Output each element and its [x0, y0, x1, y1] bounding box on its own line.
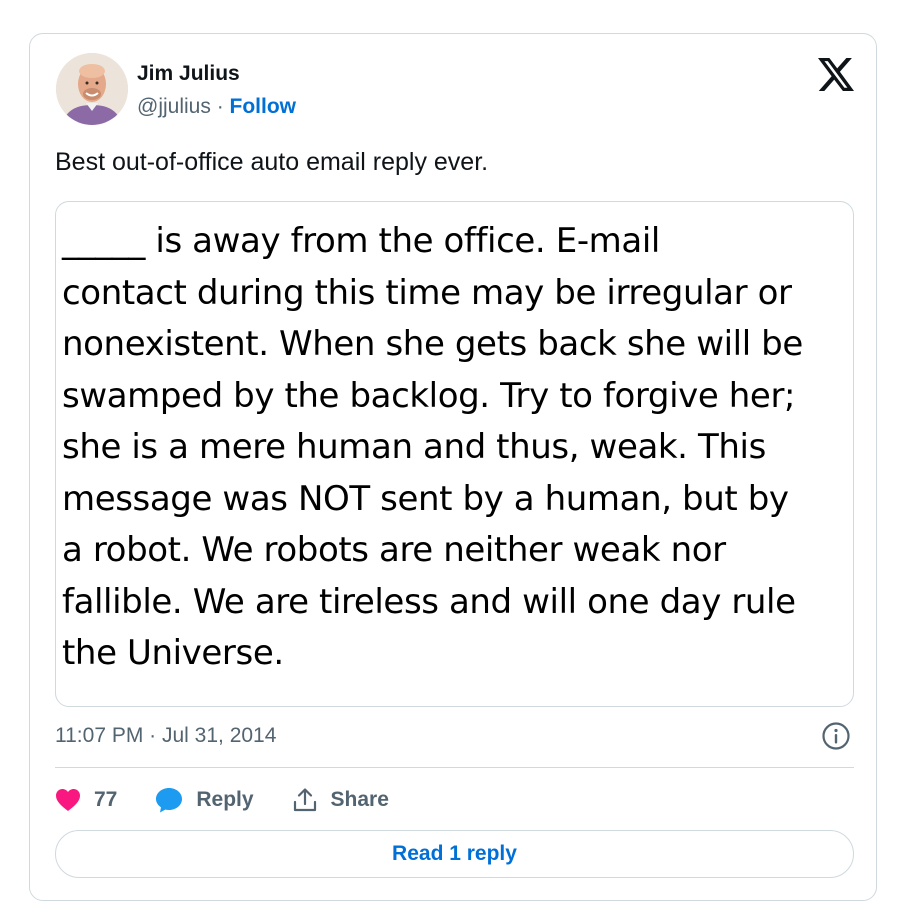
author-meta: @jjulius · Follow: [137, 95, 296, 119]
author-name[interactable]: Jim Julius: [137, 62, 240, 86]
x-logo-icon[interactable]: [818, 58, 854, 91]
avatar-image: [56, 53, 128, 125]
follow-button[interactable]: Follow: [230, 95, 297, 118]
read-replies-button[interactable]: Read 1 reply: [55, 830, 854, 878]
tweet-image[interactable]: _____ is away from the office. E-mail co…: [55, 201, 854, 707]
reply-button[interactable]: Reply: [155, 787, 254, 813]
image-text-line: contact during this time may be irregula…: [62, 272, 792, 313]
heart-icon: [55, 788, 81, 812]
image-text-line: swamped by the backlog. Try to forgive h…: [62, 375, 796, 416]
author-handle[interactable]: @jjulius: [137, 95, 211, 118]
speech-bubble-icon: [155, 787, 183, 813]
share-label: Share: [330, 788, 389, 811]
share-upload-icon: [292, 787, 318, 813]
reply-label: Reply: [196, 788, 254, 811]
image-text-line: the Universe.: [62, 633, 284, 673]
action-bar: 77 Reply Share: [55, 782, 427, 818]
tweet-image-text: _____ is away from the office. E-mail co…: [62, 216, 852, 680]
handle-separator: ·: [216, 95, 224, 118]
image-text-line: a robot. We robots are neither weak nor: [62, 530, 726, 570]
tweet-timestamp[interactable]: 11:07 PM · Jul 31, 2014: [55, 724, 276, 748]
image-text-line: _____ is away from the office. E-mail: [62, 221, 660, 261]
read-replies-label: Read 1 reply: [392, 842, 517, 865]
divider: [55, 767, 854, 768]
info-icon[interactable]: [821, 721, 851, 751]
like-count: 77: [94, 788, 118, 811]
image-text-line: nonexistent. When she gets back she will…: [62, 324, 803, 364]
image-text-line: message was NOT sent by a human, but by: [62, 478, 789, 519]
tweet-card: Jim Julius @jjulius · Follow Best out-of…: [29, 33, 877, 901]
share-button[interactable]: Share: [292, 787, 389, 813]
image-text-line: fallible. We are tireless and will one d…: [62, 581, 796, 622]
tweet-text: Best out-of-office auto email reply ever…: [55, 148, 489, 176]
like-button[interactable]: 77: [55, 788, 117, 812]
avatar[interactable]: [56, 53, 128, 125]
image-text-line: she is a mere human and thus, weak. This: [62, 427, 766, 467]
